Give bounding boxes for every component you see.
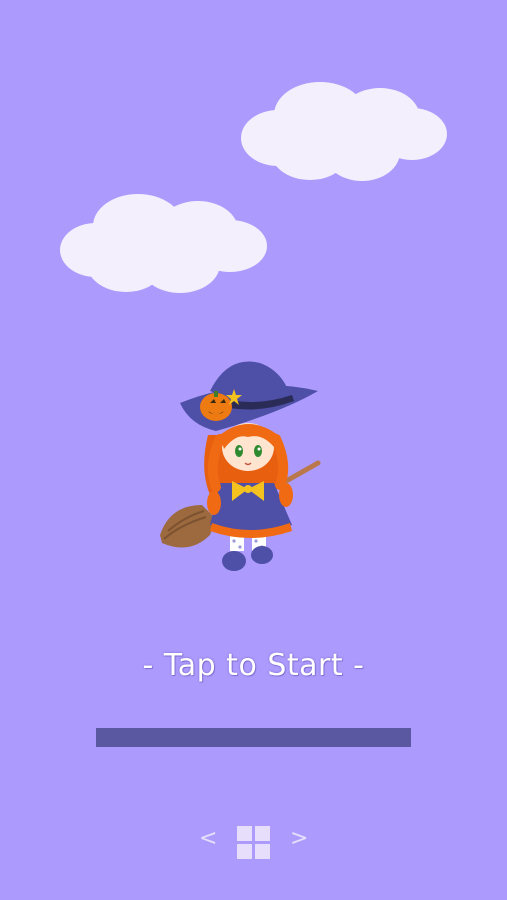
- witch-character: [160, 361, 321, 571]
- cloud-top: [241, 82, 447, 181]
- next-arrow-button[interactable]: >: [290, 826, 308, 851]
- loading-progress-bar: [96, 728, 411, 747]
- previous-arrow-button[interactable]: <: [199, 826, 217, 851]
- bottom-navigation: < >: [0, 822, 507, 862]
- grid-menu-icon[interactable]: [237, 826, 271, 860]
- progress-bar-fill: [96, 728, 411, 747]
- tap-to-start-prompt[interactable]: - Tap to Start -: [0, 648, 507, 683]
- cloud-left: [60, 194, 267, 293]
